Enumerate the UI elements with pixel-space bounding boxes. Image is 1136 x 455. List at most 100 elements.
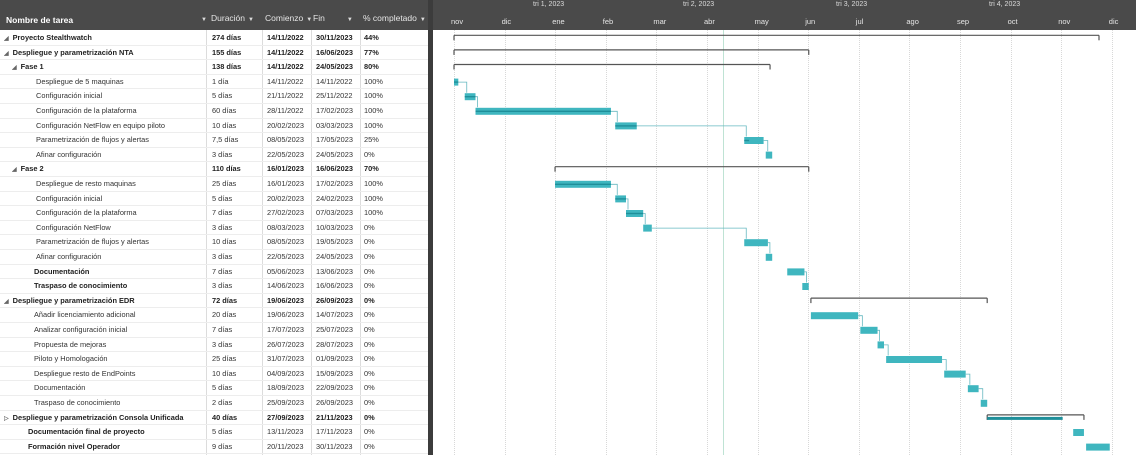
task-end-cell[interactable]: 07/03/2023 xyxy=(316,206,360,220)
collapse-arrow-icon[interactable]: ◢ xyxy=(4,36,9,42)
dependency-link[interactable] xyxy=(763,140,769,152)
task-row-despliegue-de-resto-maquinas[interactable]: Despliegue de resto maquinas 25 días 16/01… xyxy=(0,177,428,192)
task-end-cell[interactable]: 22/09/2023 xyxy=(316,381,360,395)
dependency-link[interactable] xyxy=(610,110,618,122)
task-end-cell[interactable]: 24/02/2023 xyxy=(316,192,360,206)
task-row-afinar-configuracion[interactable]: Afinar configuración 3 días 22/05/2023 24/0… xyxy=(0,250,428,265)
task-start-cell[interactable]: 27/09/2023 xyxy=(267,411,313,425)
column-header-task-name[interactable]: Nombre de tarea ▼ xyxy=(6,0,206,30)
dependency-link[interactable] xyxy=(858,315,863,327)
dependency-link[interactable] xyxy=(965,373,971,385)
task-start-cell[interactable]: 14/11/2022 xyxy=(267,60,313,74)
task-progress-line[interactable] xyxy=(744,139,750,142)
task-complete-cell[interactable]: 0% xyxy=(364,367,424,381)
task-end-cell[interactable]: 25/07/2023 xyxy=(316,323,360,337)
task-duration-cell[interactable]: 3 días xyxy=(212,148,262,162)
collapse-arrow-icon[interactable]: ◢ xyxy=(12,167,17,173)
dependency-link[interactable] xyxy=(643,213,646,225)
task-row-analizar-configuracion-inicial[interactable]: Analizar configuración inicial 7 días 17/0… xyxy=(0,323,428,338)
task-row-documentacion-final-de-proyecto[interactable]: Documentación final de proyecto 5 días 13/… xyxy=(0,425,428,440)
task-duration-cell[interactable]: 20 días xyxy=(212,308,262,322)
task-complete-cell[interactable]: 100% xyxy=(364,119,424,133)
task-complete-cell[interactable]: 0% xyxy=(364,338,424,352)
task-start-cell[interactable]: 17/07/2023 xyxy=(267,323,313,337)
task-complete-cell[interactable]: 100% xyxy=(364,206,424,220)
task-duration-cell[interactable]: 10 días xyxy=(212,235,262,249)
task-bar[interactable] xyxy=(765,253,773,261)
dependency-link[interactable] xyxy=(636,125,747,137)
task-row-parametrizacion-de-flujos-y-alertas[interactable]: Parametrización de flujos y alertas 10 dí… xyxy=(0,235,428,250)
task-duration-cell[interactable]: 72 días xyxy=(212,294,262,308)
task-complete-cell[interactable]: 100% xyxy=(364,104,424,118)
collapse-arrow-icon[interactable]: ◢ xyxy=(4,51,9,57)
task-end-cell[interactable]: 17/02/2023 xyxy=(316,177,360,191)
task-row-configuracion-de-la-plataforma[interactable]: Configuración de la plataforma 60 días 28/… xyxy=(0,104,428,119)
task-duration-cell[interactable]: 7 días xyxy=(212,265,262,279)
task-row-despliegue-resto-de-endpoints[interactable]: Despliegue resto de EndPoints 10 días 04/0… xyxy=(0,367,428,382)
task-progress-line[interactable] xyxy=(615,125,637,127)
task-row-configuracion-de-la-plataforma[interactable]: Configuración de la plataforma 7 días 27/0… xyxy=(0,206,428,221)
task-bar[interactable] xyxy=(877,341,884,349)
task-complete-cell[interactable]: 0% xyxy=(364,148,424,162)
task-start-cell[interactable]: 19/06/2023 xyxy=(267,294,313,308)
dependency-link[interactable] xyxy=(804,271,807,283)
expand-arrow-icon[interactable]: ▷ xyxy=(4,416,9,422)
task-progress-line[interactable] xyxy=(464,96,476,98)
task-complete-cell[interactable]: 0% xyxy=(364,308,424,322)
task-duration-cell[interactable]: 3 días xyxy=(212,221,262,235)
task-complete-cell[interactable]: 0% xyxy=(364,352,424,366)
task-start-cell[interactable]: 16/01/2023 xyxy=(267,177,313,191)
task-end-cell[interactable]: 13/06/2023 xyxy=(316,265,360,279)
task-complete-cell[interactable]: 0% xyxy=(364,323,424,337)
dependency-link[interactable] xyxy=(651,227,747,239)
task-start-cell[interactable]: 21/11/2022 xyxy=(267,89,313,103)
task-duration-cell[interactable]: 60 días xyxy=(212,104,262,118)
task-progress-line[interactable] xyxy=(454,81,459,83)
task-complete-cell[interactable]: 77% xyxy=(364,46,424,60)
task-duration-cell[interactable]: 274 días xyxy=(212,31,262,45)
task-end-cell[interactable]: 21/11/2023 xyxy=(316,411,360,425)
task-row-configuracion-netflow[interactable]: Configuración NetFlow 3 días 08/03/2023 10/… xyxy=(0,221,428,236)
task-duration-cell[interactable]: 40 días xyxy=(212,411,262,425)
task-end-cell[interactable]: 26/09/2023 xyxy=(316,396,360,410)
task-row-documentacion[interactable]: Documentación 5 días 18/09/2023 22/09/2023 0… xyxy=(0,381,428,396)
task-duration-cell[interactable]: 5 días xyxy=(212,381,262,395)
task-bar[interactable] xyxy=(810,312,859,320)
task-row-anadir-licenciamiento-adicional[interactable]: Añadir licenciamiento adicional 20 días 19… xyxy=(0,308,428,323)
task-start-cell[interactable]: 08/03/2023 xyxy=(267,221,313,235)
dependency-link[interactable] xyxy=(458,81,468,93)
task-end-cell[interactable]: 30/11/2023 xyxy=(316,440,360,454)
task-complete-cell[interactable]: 0% xyxy=(364,440,424,454)
task-complete-cell[interactable]: 80% xyxy=(364,60,424,74)
task-start-cell[interactable]: 28/11/2022 xyxy=(267,104,313,118)
task-progress-line[interactable] xyxy=(626,212,644,215)
task-complete-cell[interactable]: 0% xyxy=(364,235,424,249)
task-end-cell[interactable]: 24/05/2023 xyxy=(316,60,360,74)
task-duration-cell[interactable]: 7 días xyxy=(212,206,262,220)
task-duration-cell[interactable]: 10 días xyxy=(212,367,262,381)
task-end-cell[interactable]: 14/11/2022 xyxy=(316,75,360,89)
task-complete-cell[interactable]: 0% xyxy=(364,425,424,439)
task-start-cell[interactable]: 04/09/2023 xyxy=(267,367,313,381)
task-row-despliegue-y-parametrizacion-nta[interactable]: ◢ Despliegue y parametrización NTA 155 día… xyxy=(0,46,428,61)
task-end-cell[interactable]: 17/02/2023 xyxy=(316,104,360,118)
task-end-cell[interactable]: 16/06/2023 xyxy=(316,279,360,293)
dependency-link[interactable] xyxy=(767,242,771,254)
task-start-cell[interactable]: 05/06/2023 xyxy=(267,265,313,279)
task-bar[interactable] xyxy=(787,268,805,276)
task-end-cell[interactable]: 10/03/2023 xyxy=(316,221,360,235)
task-duration-cell[interactable]: 138 días xyxy=(212,60,262,74)
task-start-cell[interactable]: 08/05/2023 xyxy=(267,133,313,147)
task-row-fase-1[interactable]: ◢ Fase 1 138 días 14/11/2022 24/05/2023 80% xyxy=(0,60,428,75)
task-end-cell[interactable]: 26/09/2023 xyxy=(316,294,360,308)
task-duration-cell[interactable]: 25 días xyxy=(212,352,262,366)
task-row-propuesta-de-mejoras[interactable]: Propuesta de mejoras 3 días 26/07/2023 28/0… xyxy=(0,338,428,353)
task-duration-cell[interactable]: 7 días xyxy=(212,323,262,337)
task-row-traspaso-de-conocimiento[interactable]: Traspaso de conocimiento 2 días 25/09/2023… xyxy=(0,396,428,411)
task-duration-cell[interactable]: 1 día xyxy=(212,75,262,89)
dependency-link[interactable] xyxy=(626,198,629,210)
task-complete-cell[interactable]: 0% xyxy=(364,250,424,264)
task-complete-cell[interactable]: 44% xyxy=(364,31,424,45)
task-end-cell[interactable]: 16/06/2023 xyxy=(316,46,360,60)
task-complete-cell[interactable]: 100% xyxy=(364,75,424,89)
